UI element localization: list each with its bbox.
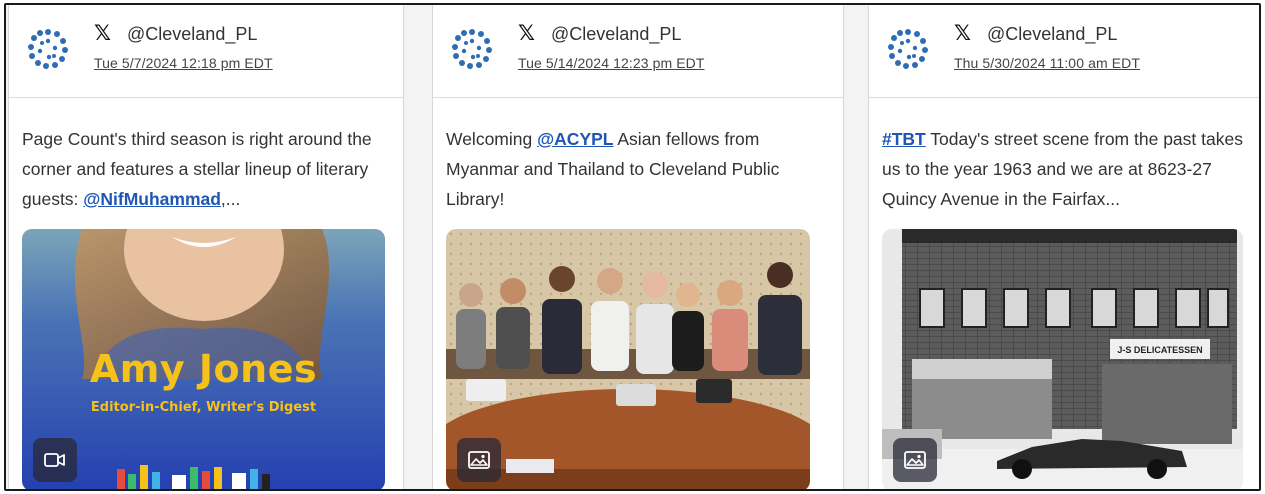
post-card[interactable]: 𝕏 @Cleveland_PL Tue 5/7/2024 12:18 pm ED… — [8, 5, 404, 489]
post-timestamp-link[interactable]: Thu 5/30/2024 11:00 am EDT — [954, 55, 1140, 71]
post-video-thumbnail[interactable]: Amy Jones Editor-in-Chief, Writer's Dige… — [22, 229, 385, 489]
x-logo-icon: 𝕏 — [954, 21, 971, 45]
mention-link[interactable]: @NifMuhammad — [83, 189, 221, 209]
library-avatar-icon[interactable] — [882, 23, 934, 75]
x-logo-icon: 𝕏 — [518, 21, 535, 45]
post-photo[interactable]: J-S DELICATESSEN — [882, 229, 1243, 489]
x-logo-icon: 𝕏 — [94, 21, 111, 45]
post-card[interactable]: 𝕏 @Cleveland_PL Tue 5/14/2024 12:23 pm E… — [432, 5, 844, 489]
post-text: #TBT Today's street scene from the past … — [882, 129, 1243, 209]
image-icon — [893, 438, 937, 482]
post-header: 𝕏 @Cleveland_PL Tue 5/7/2024 12:18 pm ED… — [9, 5, 403, 98]
video-subtitle: Editor-in-Chief, Writer's Digest — [90, 400, 317, 415]
post-header: 𝕏 @Cleveland_PL Tue 5/14/2024 12:23 pm E… — [433, 5, 843, 98]
video-camera-icon — [33, 438, 77, 482]
post-header: 𝕏 @Cleveland_PL Thu 5/30/2024 11:00 am E… — [869, 5, 1259, 98]
mention-link[interactable]: @ACYPL — [537, 129, 613, 149]
post-timestamp-link[interactable]: Tue 5/7/2024 12:18 pm EDT — [94, 55, 273, 71]
library-avatar-icon[interactable] — [446, 23, 498, 75]
storefront-sign: J-S DELICATESSEN — [1117, 345, 1202, 355]
hashtag-link[interactable]: #TBT — [882, 129, 926, 149]
image-icon — [457, 438, 501, 482]
video-title: Amy Jones — [89, 347, 318, 391]
post-photo[interactable] — [446, 229, 810, 489]
post-text: Welcoming @ACYPL Asian fellows from Myan… — [446, 129, 780, 209]
author-handle[interactable]: @Cleveland_PL — [127, 23, 257, 45]
author-handle[interactable]: @Cleveland_PL — [551, 23, 681, 45]
author-handle[interactable]: @Cleveland_PL — [987, 23, 1117, 45]
post-text: Page Count's third season is right aroun… — [22, 129, 372, 209]
post-timestamp-link[interactable]: Tue 5/14/2024 12:23 pm EDT — [518, 55, 705, 71]
library-avatar-icon[interactable] — [22, 23, 74, 75]
post-card[interactable]: 𝕏 @Cleveland_PL Thu 5/30/2024 11:00 am E… — [868, 5, 1259, 489]
social-feed: 𝕏 @Cleveland_PL Tue 5/7/2024 12:18 pm ED… — [4, 3, 1261, 491]
